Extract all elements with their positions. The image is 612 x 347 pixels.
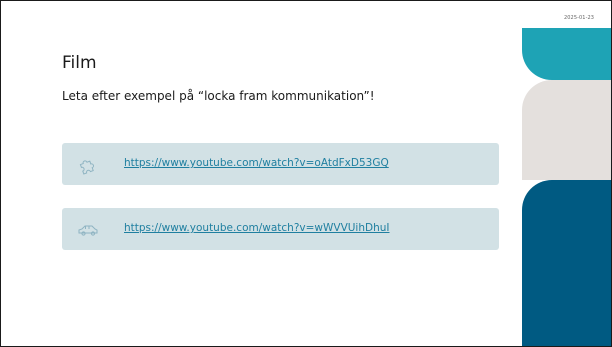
youtube-link-2[interactable]: https://www.youtube.com/watch?v=wWVVUihD…: [124, 222, 390, 234]
decor-blue-shape: [522, 180, 611, 346]
slide-date: 2025-01-23: [564, 15, 595, 21]
slide-subtitle: Leta efter exempel på “locka fram kommun…: [62, 89, 375, 103]
puzzle-icon: [76, 153, 100, 177]
decor-teal-shape: [522, 28, 611, 80]
slide: 2025-01-23 Film Leta efter exempel på “l…: [0, 0, 612, 347]
link-card-1: https://www.youtube.com/watch?v=oAtdFxD5…: [62, 143, 499, 185]
decor-gray-shape: [522, 80, 611, 180]
slide-title: Film: [62, 53, 97, 73]
car-icon: [76, 218, 100, 242]
link-card-2: https://www.youtube.com/watch?v=wWVVUihD…: [62, 208, 499, 250]
youtube-link-1[interactable]: https://www.youtube.com/watch?v=oAtdFxD5…: [124, 157, 389, 169]
